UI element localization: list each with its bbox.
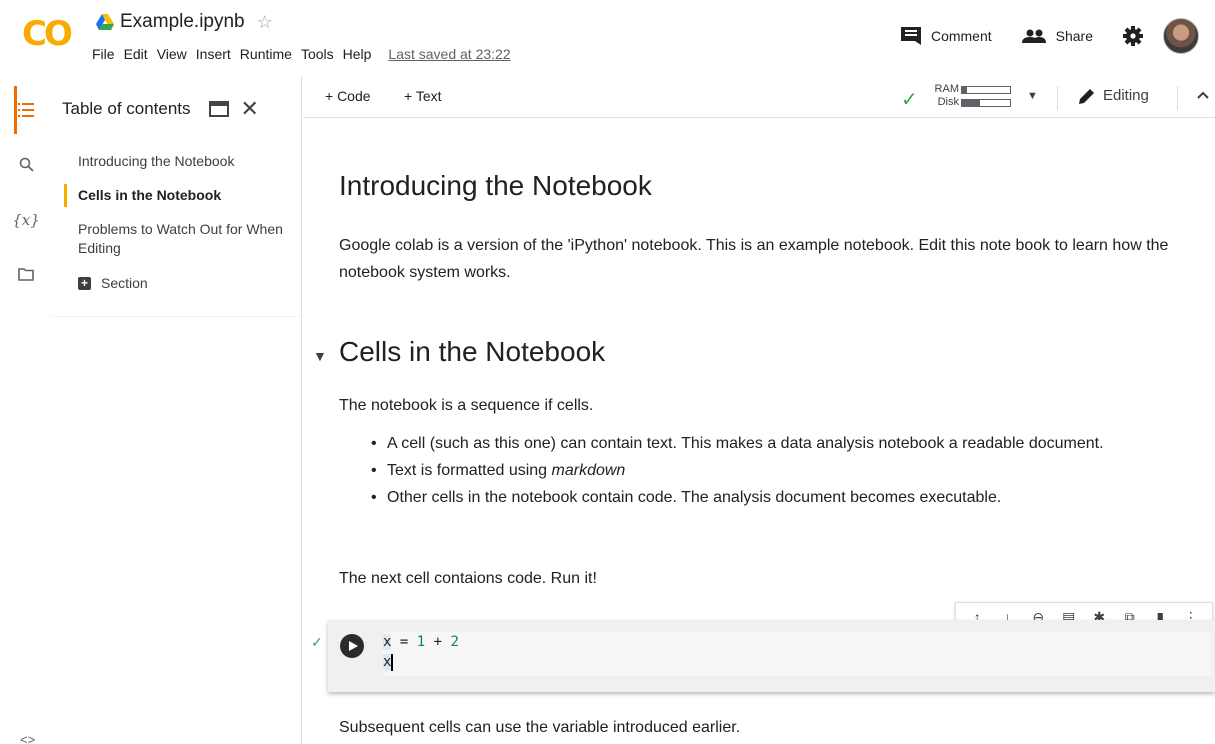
toc-list: Introducing the Notebook Cells in the No…: [64, 152, 294, 291]
add-section-button[interactable]: + Section: [64, 275, 294, 291]
bullet-list: A cell (such as this one) can contain te…: [371, 430, 1201, 511]
menu-tools[interactable]: Tools: [301, 46, 334, 62]
notebook-title[interactable]: Example.ipynb: [120, 11, 245, 33]
ram-usage-bar: [961, 86, 1011, 94]
toc-panel: Table of contents ✕ Introducing the Note…: [50, 76, 302, 744]
comment-label: Comment: [930, 28, 992, 44]
resources-dropdown-icon[interactable]: ▼: [1027, 90, 1038, 102]
close-icon[interactable]: ✕: [241, 98, 259, 120]
add-code-button[interactable]: + Code: [325, 88, 371, 104]
collapse-header-icon[interactable]: [1196, 86, 1210, 104]
settings-gear-icon[interactable]: [1123, 26, 1143, 46]
list-item: A cell (such as this one) can contain te…: [371, 430, 1201, 457]
menu-runtime[interactable]: Runtime: [240, 46, 292, 62]
resource-monitor[interactable]: ✓ RAM Disk ▼: [901, 82, 1041, 112]
paragraph-subsequent: Subsequent cells can use the variable in…: [339, 719, 741, 736]
collapse-section-caret-icon[interactable]: ▼: [313, 348, 327, 364]
search-icon[interactable]: [14, 152, 38, 176]
toolbar-divider: [1177, 86, 1178, 110]
comment-button[interactable]: Comment: [900, 27, 992, 45]
variables-icon[interactable]: {x}: [12, 208, 40, 232]
add-section-icon: +: [78, 276, 91, 290]
menu-edit[interactable]: Edit: [124, 46, 148, 62]
share-label: Share: [1055, 28, 1093, 44]
connected-check-icon: ✓: [901, 89, 918, 111]
toc-item-problems[interactable]: Problems to Watch Out for When Editing: [64, 220, 284, 258]
toc-item-cells[interactable]: Cells in the Notebook: [64, 184, 294, 207]
user-avatar[interactable]: [1163, 18, 1199, 54]
folder-icon[interactable]: [14, 262, 38, 286]
colab-logo[interactable]: CO: [22, 16, 78, 52]
add-text-button[interactable]: + Text: [404, 88, 442, 104]
menu-insert[interactable]: Insert: [196, 46, 231, 62]
text-cursor: [391, 653, 394, 671]
title-row: Example.ipynb ☆: [96, 10, 273, 34]
toc-title: Table of contents: [62, 99, 191, 118]
code-line: x = 1 + 2: [383, 634, 459, 650]
people-icon: [1021, 29, 1046, 43]
notebook-content: Introducing the Notebook Google colab is…: [303, 118, 1215, 744]
paragraph-sequence: The notebook is a sequence if cells.: [339, 397, 594, 414]
code-snippets-icon[interactable]: <>: [20, 732, 35, 744]
code-cell: x = 1 + 2 x: [328, 620, 1215, 692]
toc-icon[interactable]: [14, 98, 38, 122]
notebook-toolbar: + Code + Text ✓ RAM Disk ▼ Editing: [303, 76, 1215, 118]
toc-header: Table of contents ✕: [62, 94, 302, 124]
comment-icon: [900, 27, 921, 45]
heading-introducing: Introducing the Notebook: [339, 170, 652, 201]
header-actions: Comment Share: [900, 16, 1199, 56]
intro-paragraph: Google colab is a version of the 'iPytho…: [339, 237, 1169, 281]
list-item: Other cells in the notebook contain code…: [371, 484, 1201, 511]
add-section-label: Section: [101, 275, 148, 291]
code-editor[interactable]: x = 1 + 2 x: [383, 632, 1211, 676]
executed-check-icon: ✓: [311, 634, 323, 650]
drive-icon: [96, 14, 114, 30]
paragraph-next-cell: The next cell contaions code. Run it!: [339, 570, 597, 587]
menu-file[interactable]: File: [92, 46, 115, 62]
run-cell-button[interactable]: [340, 634, 364, 658]
open-in-tab-icon[interactable]: [208, 101, 229, 117]
disk-label: Disk: [937, 96, 959, 108]
share-button[interactable]: Share: [1021, 28, 1093, 44]
heading-cells: Cells in the Notebook: [339, 336, 606, 367]
disk-usage-bar: [961, 99, 1011, 107]
list-item: Text is formatted using markdown: [371, 457, 1201, 484]
ram-label: RAM: [934, 83, 959, 95]
menu-help[interactable]: Help: [343, 46, 372, 62]
toc-item-introducing[interactable]: Introducing the Notebook: [64, 152, 294, 171]
code-line: x: [383, 653, 394, 671]
last-saved-link[interactable]: Last saved at 23:22: [388, 46, 510, 62]
star-icon[interactable]: ☆: [257, 12, 273, 33]
editing-label: Editing: [1103, 87, 1149, 104]
toolbar-divider: [1057, 86, 1058, 110]
toc-divider: [50, 316, 301, 317]
menu-view[interactable]: View: [157, 46, 187, 62]
app-header: CO Example.ipynb ☆ File Edit View Insert…: [0, 0, 1215, 76]
menu-bar: File Edit View Insert Runtime Tools Help…: [92, 46, 511, 62]
sidebar-rail: {x}: [0, 76, 50, 744]
editing-mode-button[interactable]: Editing: [1079, 87, 1149, 104]
pencil-icon: [1079, 88, 1094, 104]
